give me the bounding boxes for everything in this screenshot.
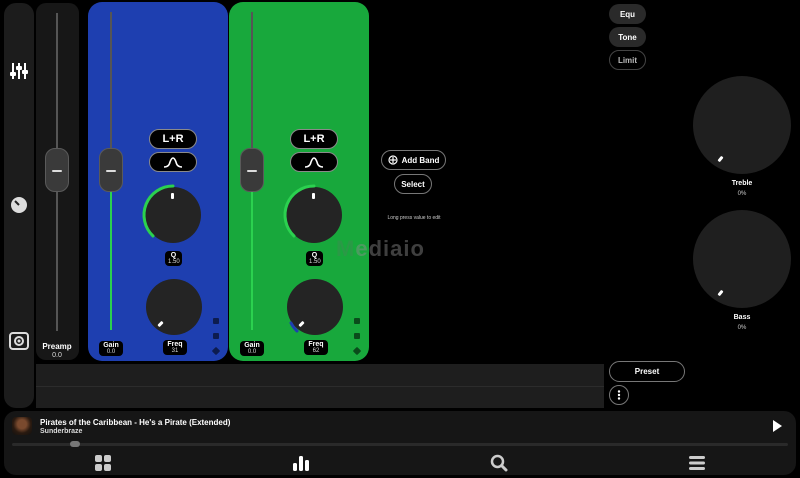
left-sidebar <box>4 3 34 408</box>
mode-tone-button[interactable]: Tone <box>609 27 646 47</box>
grid-icon <box>95 455 111 471</box>
band-2-q-indicator <box>312 193 315 199</box>
preset-button[interactable]: Preset <box>609 361 685 382</box>
surround-icon[interactable] <box>9 331 29 351</box>
band-1-q-tag[interactable]: Q 1.50 <box>165 251 182 266</box>
play-icon <box>773 420 782 432</box>
band-2-lock-icon[interactable] <box>354 318 360 324</box>
band-1-gain-tag[interactable]: Gain 0.0 <box>99 341 123 356</box>
band-1-freq-knob[interactable] <box>146 279 202 335</box>
preamp-panel: Preamp 0.0 <box>36 3 79 360</box>
band-2-freq-tag[interactable]: Freq 62 <box>304 340 328 355</box>
playback-progress-thumb[interactable] <box>70 441 80 447</box>
band-2-q-value: 1.50 <box>309 259 321 265</box>
mode-equ-button[interactable]: Equ <box>609 4 646 24</box>
band-2-q-tag[interactable]: Q 1.50 <box>306 251 323 266</box>
bell-filter-icon <box>304 157 324 168</box>
band-2-filter-type-button[interactable] <box>290 152 338 172</box>
equalizer-sliders-icon[interactable] <box>9 61 29 81</box>
bell-filter-icon <box>163 157 183 168</box>
band-1-freq-label: Freq <box>167 341 183 348</box>
treble-label: Treble <box>731 180 753 187</box>
bass-indicator <box>717 289 724 297</box>
preamp-slider-thumb[interactable] <box>45 148 69 192</box>
band-2-gain-label: Gain <box>244 342 260 349</box>
band-1-gain-label: Gain <box>103 342 119 349</box>
band-1-filter-type-button[interactable] <box>149 152 197 172</box>
bass-knob[interactable] <box>693 210 791 308</box>
band-1-panel: L+R Q 1.50 Gain 0.0 Freq 31 <box>88 2 228 361</box>
band-1-q-indicator <box>171 193 174 199</box>
band-1-gain-thumb[interactable] <box>99 148 123 192</box>
playback-progress-track[interactable] <box>12 443 788 446</box>
select-button[interactable]: Select <box>394 174 432 194</box>
band-2-freq-label: Freq <box>308 341 324 348</box>
song-title: Pirates of the Caribbean - He's a Pirate… <box>40 418 231 427</box>
mode-limit-button[interactable]: Limit <box>609 50 646 70</box>
treble-value[interactable]: 0% <box>693 191 791 197</box>
add-band-button[interactable]: Add Band <box>381 150 446 170</box>
nav-menu[interactable] <box>688 454 706 472</box>
bass-value[interactable]: 0% <box>693 325 791 331</box>
watermark: Mediaio <box>336 236 425 261</box>
band-2-track-lower <box>251 192 253 330</box>
band-2-track-upper <box>251 12 253 152</box>
band-2-edit-icon[interactable] <box>352 346 362 356</box>
preamp-label: Preamp <box>42 342 72 351</box>
band-2-gain-thumb[interactable] <box>240 148 264 192</box>
play-button[interactable] <box>770 419 784 433</box>
add-band-label: Add Band <box>401 155 440 165</box>
now-playing-bar[interactable]: Pirates of the Caribbean - He's a Pirate… <box>4 411 796 475</box>
band-1-channel-button[interactable]: L+R <box>149 129 197 149</box>
band-1-freq-indicator <box>157 320 164 328</box>
song-artist: Sunderbraze <box>40 428 83 435</box>
band-2-gain-value: 0.0 <box>247 349 257 355</box>
menu-icon <box>689 456 705 470</box>
nav-equalizer[interactable] <box>292 454 310 472</box>
plus-icon <box>388 155 398 165</box>
long-press-hint: Long press value to edit <box>387 215 441 221</box>
search-icon <box>490 454 508 472</box>
bass-label: Bass <box>733 314 751 321</box>
watermark-text: ediaio <box>355 236 425 261</box>
band-2-channel-button[interactable]: L+R <box>290 129 338 149</box>
nav-search[interactable] <box>490 454 508 472</box>
band-1-track-upper <box>110 12 112 152</box>
band-1-q-value: 1.50 <box>168 259 180 265</box>
album-cover <box>12 417 32 435</box>
band-1-gain-value: 0.0 <box>106 349 116 355</box>
treble-indicator <box>717 155 724 163</box>
band-2-q-knob[interactable] <box>283 184 342 243</box>
band-2-bypass-icon[interactable] <box>354 333 360 339</box>
preamp-value[interactable]: 0.0 <box>37 352 77 359</box>
band-2-freq-knob[interactable] <box>287 279 343 335</box>
more-vertical-icon <box>617 390 621 400</box>
band-2-freq-value: 62 <box>312 348 320 354</box>
knob-icon[interactable] <box>9 195 29 215</box>
frequency-response-strip <box>36 364 604 408</box>
band-1-freq-value: 31 <box>171 348 179 354</box>
band-2-gain-tag[interactable]: Gain 0.0 <box>240 341 264 356</box>
band-1-q-knob[interactable] <box>142 184 201 243</box>
band-1-q-label: Q <box>170 252 177 259</box>
band-2-panel: L+R Q 1.50 Gain 0.0 Freq 62 <box>229 2 369 361</box>
band-2-q-label: Q <box>311 252 318 259</box>
band-2-freq-arc <box>289 321 299 333</box>
band-1-lock-icon[interactable] <box>213 318 219 324</box>
nav-grid[interactable] <box>94 454 112 472</box>
band-1-freq-tag[interactable]: Freq 31 <box>163 340 187 355</box>
band-1-edit-icon[interactable] <box>211 346 221 356</box>
strip-divider <box>36 386 604 387</box>
band-1-track-lower <box>110 192 112 330</box>
band-1-bypass-icon[interactable] <box>213 333 219 339</box>
more-options-button[interactable] <box>609 385 629 405</box>
treble-knob[interactable] <box>693 76 791 174</box>
equalizer-bars-icon <box>293 456 309 471</box>
